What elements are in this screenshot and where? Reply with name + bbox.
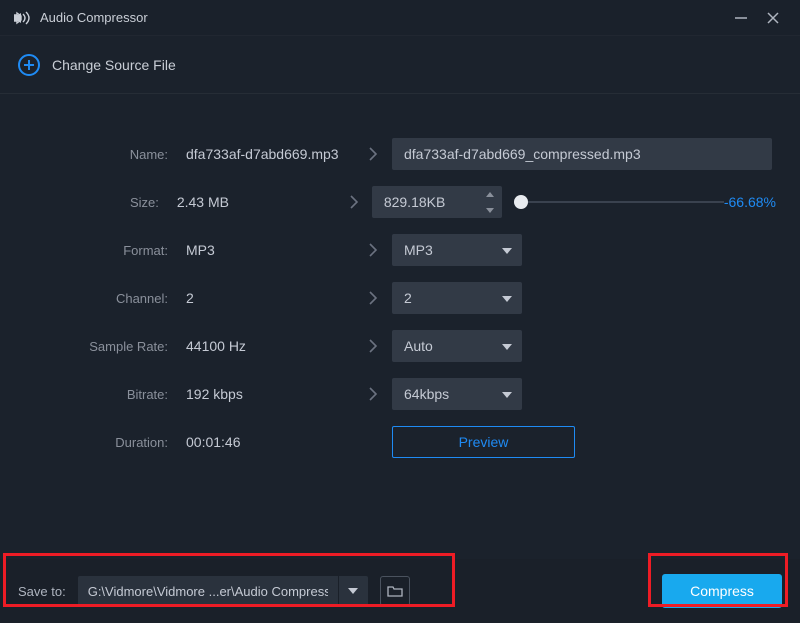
- close-button[interactable]: [760, 8, 786, 28]
- label-name: Name:: [0, 147, 178, 162]
- row-size: Size: 2.43 MB 829.18KB -66.68%: [0, 178, 800, 226]
- label-bitrate: Bitrate:: [0, 387, 178, 402]
- save-path-input[interactable]: [78, 576, 338, 606]
- save-path-dropdown[interactable]: [338, 576, 368, 606]
- bitrate-value: 64kbps: [404, 386, 449, 402]
- source-name: dfa733af-d7abd669.mp3: [178, 146, 358, 162]
- open-folder-button[interactable]: [380, 576, 410, 606]
- format-value: MP3: [404, 242, 433, 258]
- stepper-down-icon[interactable]: [478, 202, 502, 218]
- folder-icon: [387, 585, 403, 597]
- chevron-down-icon: [502, 337, 512, 355]
- arrow-icon: [358, 243, 388, 257]
- source-duration: 00:01:46: [178, 434, 358, 450]
- preview-button[interactable]: Preview: [392, 426, 575, 458]
- row-channel: Channel: 2 2: [0, 274, 800, 322]
- app-window: Audio Compressor Change Source File Name…: [0, 0, 800, 623]
- arrow-icon: [358, 147, 388, 161]
- minimize-button[interactable]: [728, 8, 754, 28]
- label-duration: Duration:: [0, 435, 178, 450]
- chevron-down-icon: [502, 241, 512, 259]
- change-source-label: Change Source File: [52, 57, 176, 73]
- source-format: MP3: [178, 242, 358, 258]
- chevron-down-icon: [502, 385, 512, 403]
- size-slider[interactable]: [514, 194, 724, 210]
- channel-select[interactable]: 2: [392, 282, 522, 314]
- app-icon: [14, 11, 32, 25]
- sample-rate-value: Auto: [404, 338, 433, 354]
- arrow-icon: [339, 195, 367, 209]
- output-size-stepper[interactable]: 829.18KB: [372, 186, 502, 218]
- reduction-percent: -66.68%: [724, 194, 776, 210]
- row-name: Name: dfa733af-d7abd669.mp3: [0, 130, 800, 178]
- footer-bar: Save to: Compress: [0, 559, 800, 623]
- row-bitrate: Bitrate: 192 kbps 64kbps: [0, 370, 800, 418]
- arrow-icon: [358, 291, 388, 305]
- bitrate-select[interactable]: 64kbps: [392, 378, 522, 410]
- source-channel: 2: [178, 290, 358, 306]
- row-sample-rate: Sample Rate: 44100 Hz Auto: [0, 322, 800, 370]
- slider-thumb[interactable]: [514, 195, 528, 209]
- row-format: Format: MP3 MP3: [0, 226, 800, 274]
- title-bar: Audio Compressor: [0, 0, 800, 36]
- chevron-down-icon: [502, 289, 512, 307]
- sample-rate-select[interactable]: Auto: [392, 330, 522, 362]
- stepper-up-icon[interactable]: [478, 186, 502, 202]
- label-channel: Channel:: [0, 291, 178, 306]
- row-duration: Duration: 00:01:46 Preview: [0, 418, 800, 466]
- output-size-value: 829.18KB: [372, 194, 478, 210]
- app-title: Audio Compressor: [40, 10, 148, 25]
- save-path-box: [78, 576, 368, 606]
- label-format: Format:: [0, 243, 178, 258]
- source-size: 2.43 MB: [169, 194, 340, 210]
- source-bitrate: 192 kbps: [178, 386, 358, 402]
- label-size: Size:: [0, 195, 169, 210]
- label-sample-rate: Sample Rate:: [0, 339, 178, 354]
- channel-value: 2: [404, 290, 412, 306]
- settings-form: Name: dfa733af-d7abd669.mp3 Size: 2.43 M…: [0, 94, 800, 559]
- save-to-label: Save to:: [18, 584, 66, 599]
- change-source-button[interactable]: Change Source File: [0, 36, 800, 94]
- source-sample-rate: 44100 Hz: [178, 338, 358, 354]
- plus-circle-icon: [18, 54, 40, 76]
- output-name-input[interactable]: [392, 138, 772, 170]
- arrow-icon: [358, 339, 388, 353]
- arrow-icon: [358, 387, 388, 401]
- compress-button[interactable]: Compress: [662, 574, 782, 608]
- format-select[interactable]: MP3: [392, 234, 522, 266]
